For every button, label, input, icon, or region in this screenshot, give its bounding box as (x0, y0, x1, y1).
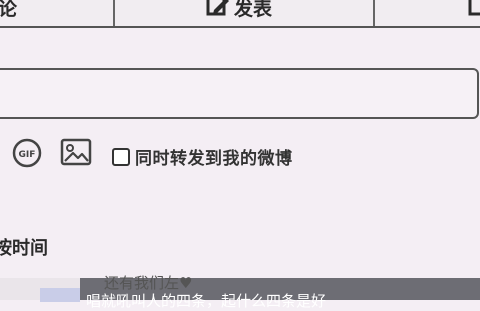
post-button[interactable]: 发表 (206, 0, 272, 22)
gif-icon: GIF (12, 138, 42, 168)
toolbar-divider (113, 0, 115, 26)
edit-icon (206, 0, 230, 18)
image-button[interactable] (60, 137, 92, 167)
sort-by-time-tab[interactable]: 按时间 (0, 234, 48, 260)
image-icon (60, 138, 92, 166)
gif-button[interactable]: GIF (12, 138, 42, 168)
comment-text: 唱就吼叫人的四条，起什么四条是好 (86, 292, 327, 310)
toolbar-divider (373, 0, 375, 26)
comment-tab[interactable]: 论 (0, 0, 17, 22)
comment-input[interactable] (0, 68, 479, 119)
share-icon[interactable] (468, 0, 480, 22)
gif-icon-label: GIF (19, 150, 36, 160)
composer-toolbar: 论 发表 (0, 0, 480, 28)
repost-label: 同时转发到我的微博 (135, 149, 293, 169)
repost-checkbox[interactable] (112, 147, 130, 166)
repost-toggle[interactable]: 同时转发到我的微博 (112, 144, 293, 169)
post-button-label: 发表 (234, 0, 273, 20)
comment-tab-label: 论 (0, 0, 18, 20)
composer-actions: GIF 同时转发到我的微博 (0, 132, 480, 172)
